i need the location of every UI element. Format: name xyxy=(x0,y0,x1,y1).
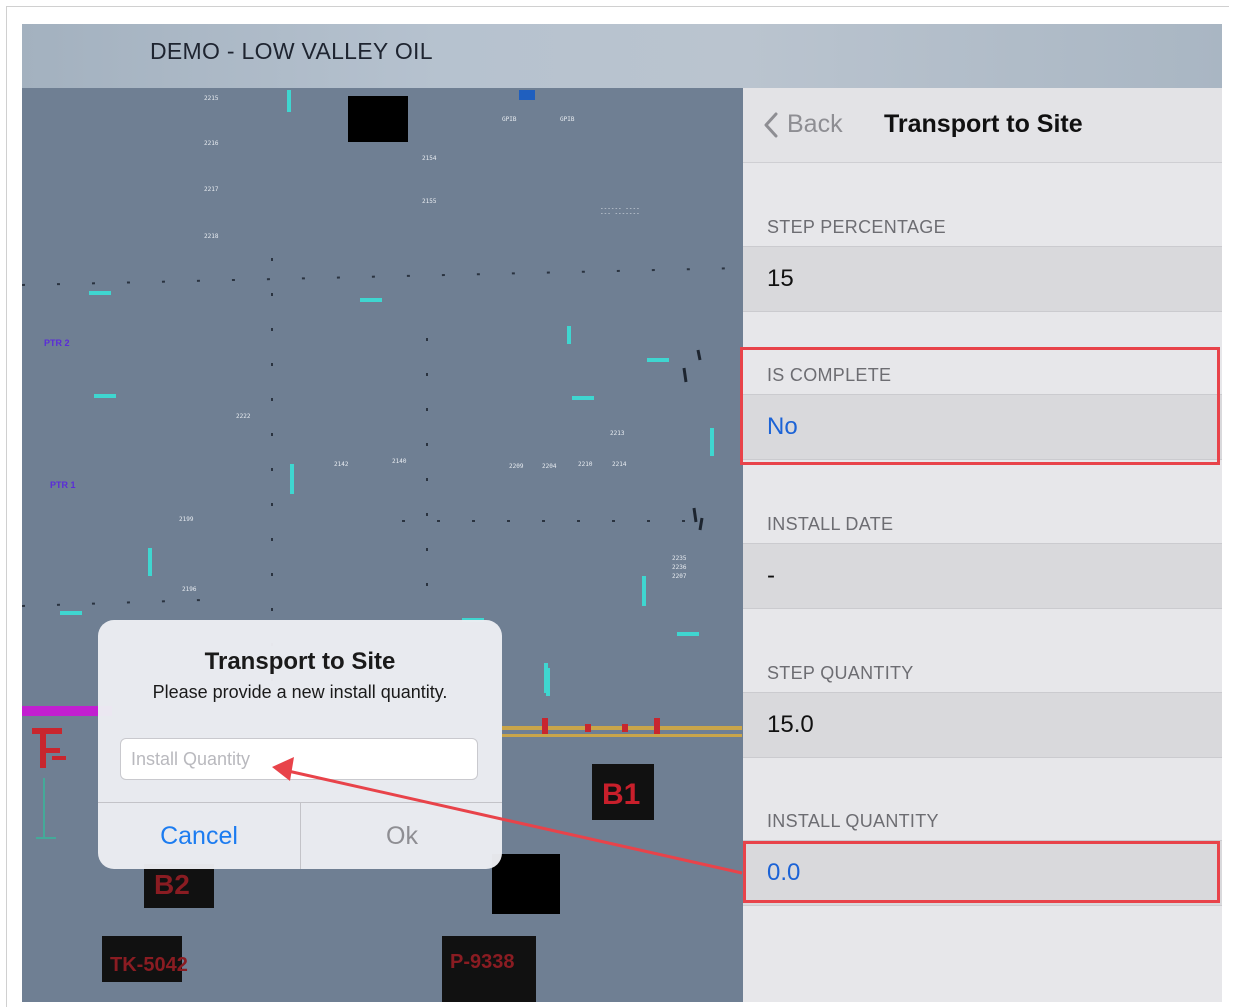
svg-text:2207: 2207 xyxy=(672,573,687,580)
chevron-left-icon xyxy=(764,112,778,137)
cell-step-quantity[interactable]: 15.0 xyxy=(743,692,1222,758)
install-quantity-input[interactable] xyxy=(120,738,478,780)
cyan-bar xyxy=(544,663,548,693)
svg-text:2218: 2218 xyxy=(204,233,219,240)
svg-text:2213: 2213 xyxy=(610,430,625,437)
section-header-install-quantity: INSTALL QUANTITY xyxy=(743,792,1222,840)
ptr1-label: PTR 1 xyxy=(50,480,76,490)
section-header-step-quantity: STEP QUANTITY xyxy=(743,644,1222,692)
cell-value: 15.0 xyxy=(767,711,814,738)
equipment-block xyxy=(348,96,408,142)
back-button[interactable]: Back xyxy=(763,110,843,139)
highlight-is-complete xyxy=(740,347,1220,465)
svg-text:2155: 2155 xyxy=(422,198,437,205)
svg-text:2196: 2196 xyxy=(182,586,197,593)
tag-tk-label: TK-5042 xyxy=(110,954,188,976)
blue-marker xyxy=(519,90,535,100)
svg-text:GPIB: GPIB xyxy=(560,116,575,123)
back-button-label: Back xyxy=(787,110,843,138)
ptr2-label: PTR 2 xyxy=(44,338,70,348)
section-header-label: STEP PERCENTAGE xyxy=(767,217,946,237)
section-header-label: INSTALL QUANTITY xyxy=(767,811,939,831)
cell-value: - xyxy=(767,562,775,589)
dialog-title: Transport to Site xyxy=(204,648,396,675)
svg-text:2140: 2140 xyxy=(392,458,407,465)
green-pipe xyxy=(36,778,56,839)
svg-text:2214: 2214 xyxy=(612,461,627,468)
app-title-bar: DEMO - LOW VALLEY OIL xyxy=(22,24,1222,88)
dialog-message: Please provide a new install quantity. xyxy=(152,682,448,702)
red-pipe-structure xyxy=(32,728,66,768)
svg-text:2235: 2235 xyxy=(672,555,687,562)
svg-text:2142: 2142 xyxy=(334,461,349,468)
svg-text:--- -------: --- ------- xyxy=(600,210,640,217)
tag-b1-label: B1 xyxy=(602,778,640,811)
svg-text:2216: 2216 xyxy=(204,140,219,147)
svg-text:2217: 2217 xyxy=(204,186,219,193)
cancel-button[interactable]: Cancel xyxy=(98,803,300,869)
svg-text:2199: 2199 xyxy=(179,516,194,523)
ok-button[interactable]: Ok xyxy=(301,803,502,869)
equipment-block xyxy=(492,854,560,914)
svg-text:2210: 2210 xyxy=(578,461,593,468)
svg-text:GPIB: GPIB xyxy=(502,116,517,123)
cell-step-percentage[interactable]: 15 xyxy=(743,246,1222,312)
section-header-step-percentage: STEP PERCENTAGE xyxy=(743,198,1222,246)
navigation-bar: Back Transport to Site xyxy=(743,88,1222,163)
svg-text:2222: 2222 xyxy=(236,413,251,420)
svg-text:2209: 2209 xyxy=(509,463,524,470)
svg-text:2204: 2204 xyxy=(542,463,557,470)
install-quantity-dialog: Transport to Site Please provide a new i… xyxy=(98,620,502,869)
svg-text:2236: 2236 xyxy=(672,564,687,571)
cell-install-date[interactable]: - xyxy=(743,543,1222,609)
highlight-install-quantity xyxy=(743,841,1220,903)
svg-text:2154: 2154 xyxy=(422,155,437,162)
cell-value: 15 xyxy=(767,265,794,292)
nav-title: Transport to Site xyxy=(884,110,1083,138)
tag-b2-label: B2 xyxy=(154,869,190,900)
section-header-label: STEP QUANTITY xyxy=(767,663,914,683)
app-title: DEMO - LOW VALLEY OIL xyxy=(150,38,433,64)
svg-text:2215: 2215 xyxy=(204,95,219,102)
section-header-label: INSTALL DATE xyxy=(767,514,894,534)
tag-p-label: P-9338 xyxy=(450,951,515,973)
section-header-install-date: INSTALL DATE xyxy=(743,495,1222,543)
post-markers xyxy=(682,349,704,531)
cyan-markers xyxy=(60,90,714,696)
app-window: DEMO - LOW VALLEY OIL 2215 2216 2217 221… xyxy=(22,24,1222,1002)
tiny-grid-labels: 221522162217 221821542155 ------ -------… xyxy=(179,95,687,593)
